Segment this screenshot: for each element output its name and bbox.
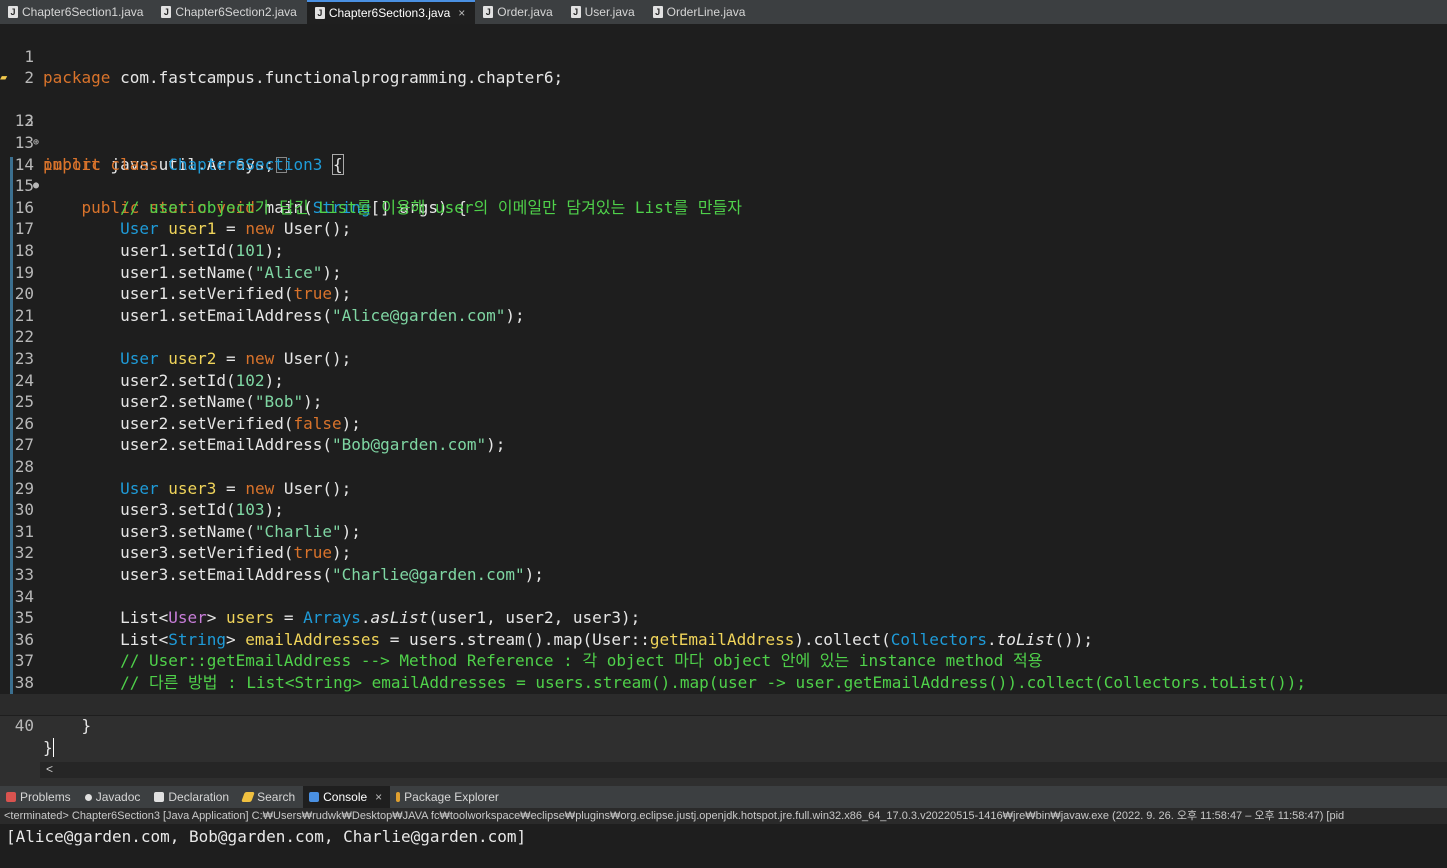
console-icon (309, 792, 320, 802)
code-line[interactable]: 23 user2.setId(102); (0, 326, 1447, 390)
javadoc-icon (84, 793, 92, 801)
tab-label: Console (323, 790, 368, 804)
java-file-icon: J (161, 6, 172, 18)
warning-marker-icon[interactable]: ▰ (0, 67, 7, 89)
code-line[interactable]: 33 (0, 542, 1447, 584)
code-line[interactable]: 13 public class Chapter6Section3 { (0, 110, 1447, 175)
code-line[interactable]: 21 (0, 283, 1447, 325)
line-number: 40 (14, 716, 34, 736)
code-line[interactable]: 2 (0, 46, 1447, 87)
code-line[interactable]: 25 user2.setVerified(false); (0, 370, 1447, 433)
code-line[interactable]: 27 (0, 413, 1447, 454)
code-line[interactable]: 12 (0, 89, 1447, 130)
bottom-view-tabs: Problems Javadoc Declaration Search Cons… (0, 786, 1447, 808)
scroll-left-icon[interactable]: < (46, 762, 53, 776)
java-file-icon: J (652, 6, 663, 18)
console-status-line: <terminated> Chapter6Section3 [Java Appl… (0, 808, 1447, 824)
code-line[interactable]: 22 User user2 = new User(); (0, 305, 1447, 368)
tab-search[interactable]: Search (237, 786, 303, 808)
declaration-icon (154, 792, 165, 802)
tab-javadoc[interactable]: Javadoc (79, 786, 149, 808)
code-line[interactable]: 36 // User::getEmailAddress --> Method R… (0, 607, 1447, 671)
code-line[interactable]: 34 List<User> users = Arrays.asList(user… (0, 564, 1447, 628)
code-line[interactable]: 30 user3.setName("Charlie"); (0, 478, 1447, 541)
code-line[interactable]: 24 user2.setName("Bob"); (0, 348, 1447, 412)
tab-package-explorer[interactable]: Package Explorer (390, 786, 507, 808)
code-line[interactable]: 1 package com.fastcampus.functionalprogr… (0, 24, 1447, 88)
tab-label: Chapter6Section3.java (328, 6, 451, 20)
tab-chapter6section1[interactable]: J Chapter6Section1.java (0, 0, 153, 24)
code-line-current[interactable]: 40 } (0, 693, 1447, 757)
code-line[interactable]: 20 user1.setEmailAddress("Alice@garden.c… (0, 262, 1447, 325)
code-line[interactable]: 31 user3.setVerified(true); (0, 499, 1447, 563)
tab-label: Problems (20, 790, 71, 804)
horizontal-scrollbar[interactable]: < (40, 762, 1447, 778)
tab-label: Search (257, 790, 296, 804)
tab-orderline[interactable]: J OrderLine.java (645, 0, 756, 24)
java-file-icon: J (570, 6, 581, 18)
code-line[interactable]: 32 user3.setEmailAddress("Charlie@garden… (0, 521, 1447, 584)
tab-label: Chapter6Section1.java (22, 5, 144, 19)
code-line[interactable]: ▰ 3 ⊕ import java.util.Arrays; (0, 67, 1447, 174)
code-line[interactable]: 15 // user object가 담긴 List를 이용해 user의 이메… (0, 154, 1447, 217)
code-line[interactable]: 18 user1.setName("Alice"); (0, 218, 1447, 282)
search-icon (241, 792, 255, 802)
tab-label: Order.java (497, 5, 553, 19)
tab-label: Chapter6Section2.java (175, 5, 297, 19)
tab-declaration[interactable]: Declaration (148, 786, 237, 808)
close-icon[interactable]: × (458, 6, 465, 20)
code-line[interactable]: 16 User user1 = new User(); (0, 175, 1447, 239)
code-line[interactable]: 19 user1.setVerified(true); (0, 240, 1447, 304)
package-explorer-icon (396, 792, 401, 802)
code-line[interactable]: 35 List<String> emailAddresses = users.s… (0, 586, 1447, 649)
tab-chapter6section3[interactable]: J Chapter6Section3.java × (306, 0, 476, 24)
tab-user[interactable]: J User.java (563, 0, 645, 24)
tab-label: Declaration (168, 790, 230, 804)
tab-label: Javadoc (95, 790, 141, 804)
close-icon[interactable]: × (375, 790, 382, 804)
code-line[interactable]: 28 User user3 = new User(); (0, 434, 1447, 498)
code-editor[interactable]: 1 package com.fastcampus.functionalprogr… (0, 24, 1447, 757)
java-file-icon: J (314, 7, 325, 19)
code-line[interactable]: 26 user2.setEmailAddress("Bob@garden.com… (0, 391, 1447, 455)
tab-chapter6section2[interactable]: J Chapter6Section2.java (153, 0, 306, 24)
java-file-icon: J (483, 6, 494, 18)
code-line[interactable]: 38 System.out.println(emailAddresses); (0, 650, 1447, 714)
code-line[interactable]: 14 ● public static void main(String[] ar… (0, 132, 1447, 217)
tab-problems[interactable]: Problems (0, 786, 79, 808)
editor-tab-bar: J Chapter6Section1.java J Chapter6Sectio… (0, 0, 1447, 24)
code-line[interactable]: 39 } (0, 672, 1447, 736)
problems-icon (6, 792, 16, 802)
java-file-icon: J (8, 6, 18, 18)
code-line[interactable]: 17 user1.setId(101); (0, 197, 1447, 260)
tab-order[interactable]: J Order.java (475, 0, 562, 24)
console-output[interactable]: [Alice@garden.com, Bob@garden.com, Charl… (0, 824, 1447, 868)
tab-label: User.java (584, 5, 635, 19)
tab-label: Package Explorer (404, 790, 499, 804)
code-line[interactable]: 29 user3.setId(103); (0, 456, 1447, 520)
code-line[interactable]: 37 // 다른 방법 : List<String> emailAddresse… (0, 629, 1447, 692)
tab-console[interactable]: Console × (303, 786, 391, 808)
tab-label: OrderLine.java (666, 5, 746, 19)
